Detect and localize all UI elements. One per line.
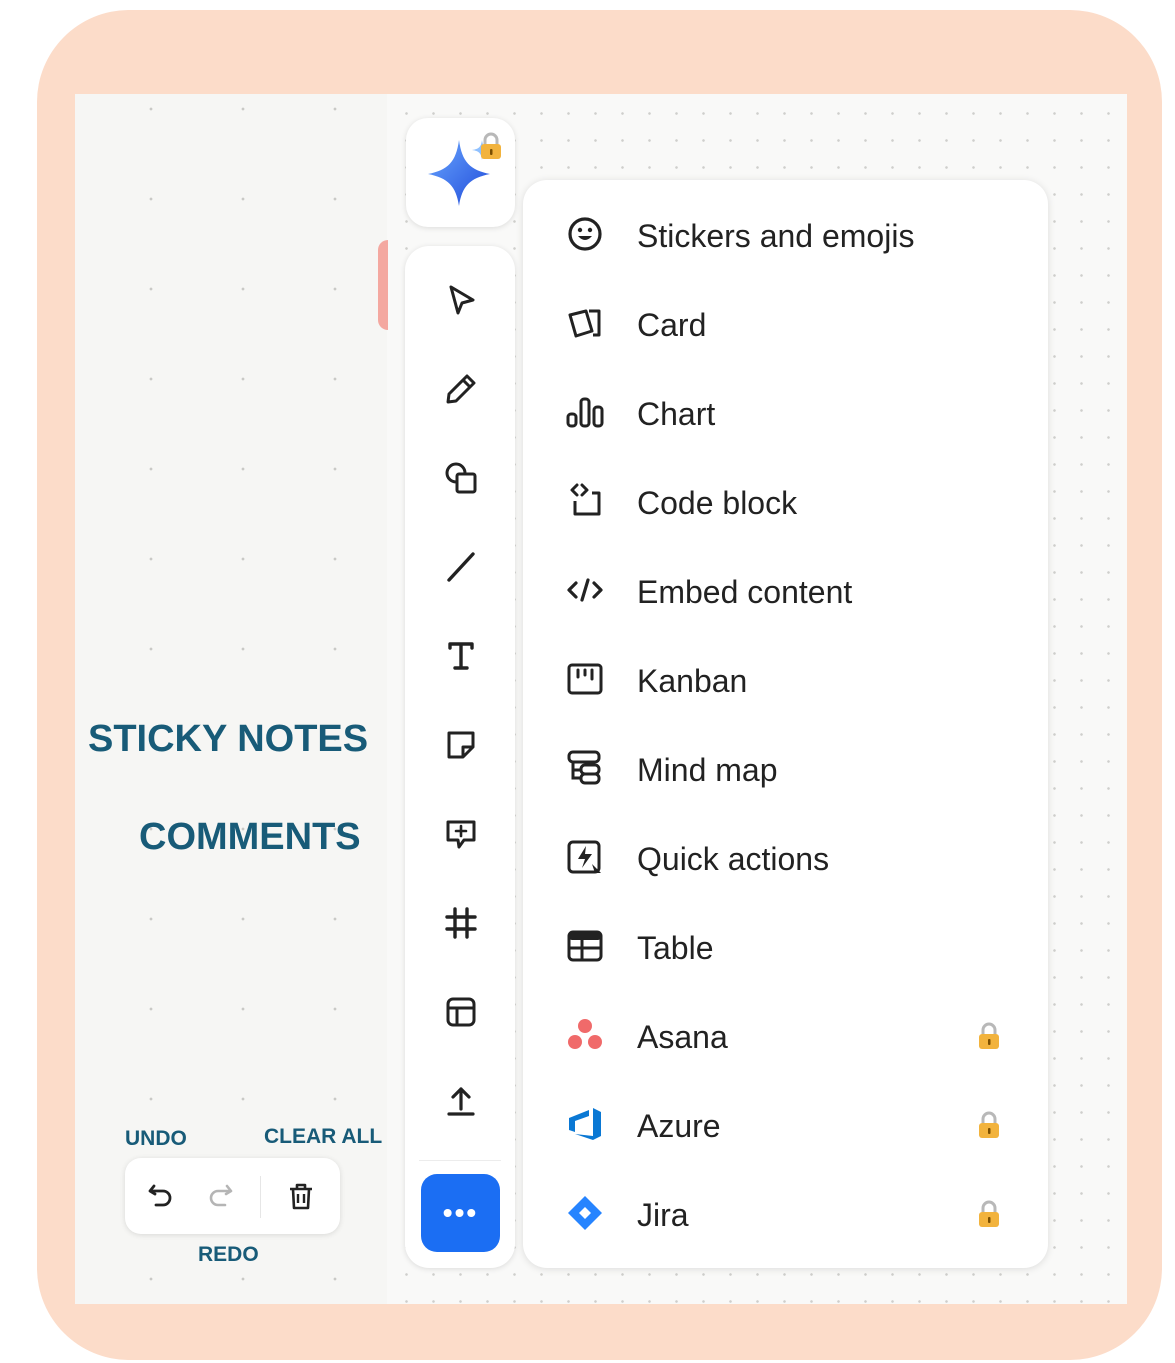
asana-icon bbox=[568, 1019, 602, 1049]
menu-item-code-block[interactable]: Code block bbox=[523, 455, 1048, 544]
sticky-note-icon bbox=[447, 731, 475, 759]
shapes-tool[interactable] bbox=[443, 460, 479, 496]
code-block-icon bbox=[570, 483, 601, 516]
shapes-icon bbox=[445, 462, 477, 494]
text-icon bbox=[448, 642, 474, 670]
menu-item-kanban[interactable]: Kanban bbox=[523, 633, 1048, 722]
more-tools-button[interactable]: ••• bbox=[421, 1174, 500, 1252]
comment-tool[interactable] bbox=[443, 816, 479, 852]
frame-icon bbox=[445, 907, 477, 939]
select-tool[interactable] bbox=[443, 282, 479, 318]
template-tool[interactable] bbox=[443, 994, 479, 1030]
hidden-panel-edge bbox=[378, 240, 388, 330]
upload-tool[interactable] bbox=[443, 1083, 479, 1119]
lock-icon bbox=[979, 1022, 999, 1049]
menu-item-quick-actions[interactable]: Quick actions bbox=[523, 811, 1048, 900]
table-icon bbox=[567, 930, 603, 962]
menu-item-table[interactable]: Table bbox=[523, 900, 1048, 989]
quick-actions-icon bbox=[567, 840, 601, 874]
menu-item-azure[interactable]: Azure bbox=[523, 1078, 1048, 1167]
comments-annotation: COMMENTS bbox=[139, 816, 361, 858]
mind-map-icon bbox=[567, 750, 601, 785]
line-tool[interactable] bbox=[443, 549, 479, 585]
upload-icon bbox=[447, 1087, 475, 1116]
lock-icon bbox=[979, 1111, 999, 1138]
text-tool[interactable] bbox=[443, 638, 479, 674]
more-tools-menu: Stickers and emojis Card Chart Code bloc… bbox=[523, 180, 1048, 1268]
chart-icon bbox=[566, 397, 604, 428]
sticky-note-tool[interactable] bbox=[443, 727, 479, 763]
frame-tool[interactable] bbox=[443, 905, 479, 941]
history-controls bbox=[125, 1158, 340, 1234]
redo-button[interactable] bbox=[201, 1177, 239, 1215]
menu-item-card[interactable]: Card bbox=[523, 277, 1048, 366]
lock-icon bbox=[481, 132, 501, 159]
undo-annotation: UNDO bbox=[125, 1127, 187, 1150]
toolbar-divider bbox=[419, 1160, 501, 1161]
kanban-icon bbox=[567, 663, 603, 695]
menu-item-stickers-and-emojis[interactable]: Stickers and emojis bbox=[523, 188, 1048, 277]
template-icon bbox=[446, 997, 476, 1027]
clear-all-annotation: CLEAR ALL bbox=[264, 1125, 383, 1148]
trash-icon bbox=[290, 1183, 312, 1210]
menu-item-jira[interactable]: Jira bbox=[523, 1167, 1048, 1256]
history-divider bbox=[260, 1176, 261, 1218]
redo-annotation: REDO bbox=[198, 1243, 259, 1266]
pen-tool[interactable] bbox=[443, 371, 479, 407]
embed-icon bbox=[567, 578, 603, 602]
redo-icon bbox=[209, 1184, 233, 1207]
sticky-notes-annotation: STICKY NOTES bbox=[88, 718, 369, 760]
more-dots-icon: ••• bbox=[442, 1197, 479, 1228]
cursor-icon bbox=[449, 285, 475, 315]
clear-all-button[interactable] bbox=[282, 1177, 320, 1215]
jira-icon bbox=[568, 1196, 602, 1230]
line-icon bbox=[447, 552, 475, 582]
comment-icon bbox=[446, 820, 476, 849]
tool-palette: ••• bbox=[405, 246, 515, 1268]
menu-item-chart[interactable]: Chart bbox=[523, 366, 1048, 455]
card-icon bbox=[568, 309, 601, 338]
undo-icon bbox=[148, 1184, 172, 1207]
pen-icon bbox=[446, 374, 476, 404]
azure-icon bbox=[569, 1108, 601, 1140]
menu-item-embed-content[interactable]: Embed content bbox=[523, 544, 1048, 633]
menu-item-asana[interactable]: Asana bbox=[523, 989, 1048, 1078]
smiley-icon bbox=[568, 217, 602, 251]
undo-button[interactable] bbox=[142, 1177, 180, 1215]
menu-item-mind-map[interactable]: Mind map bbox=[523, 722, 1048, 811]
ai-assistant-button[interactable] bbox=[406, 118, 515, 227]
lock-icon bbox=[979, 1200, 999, 1227]
